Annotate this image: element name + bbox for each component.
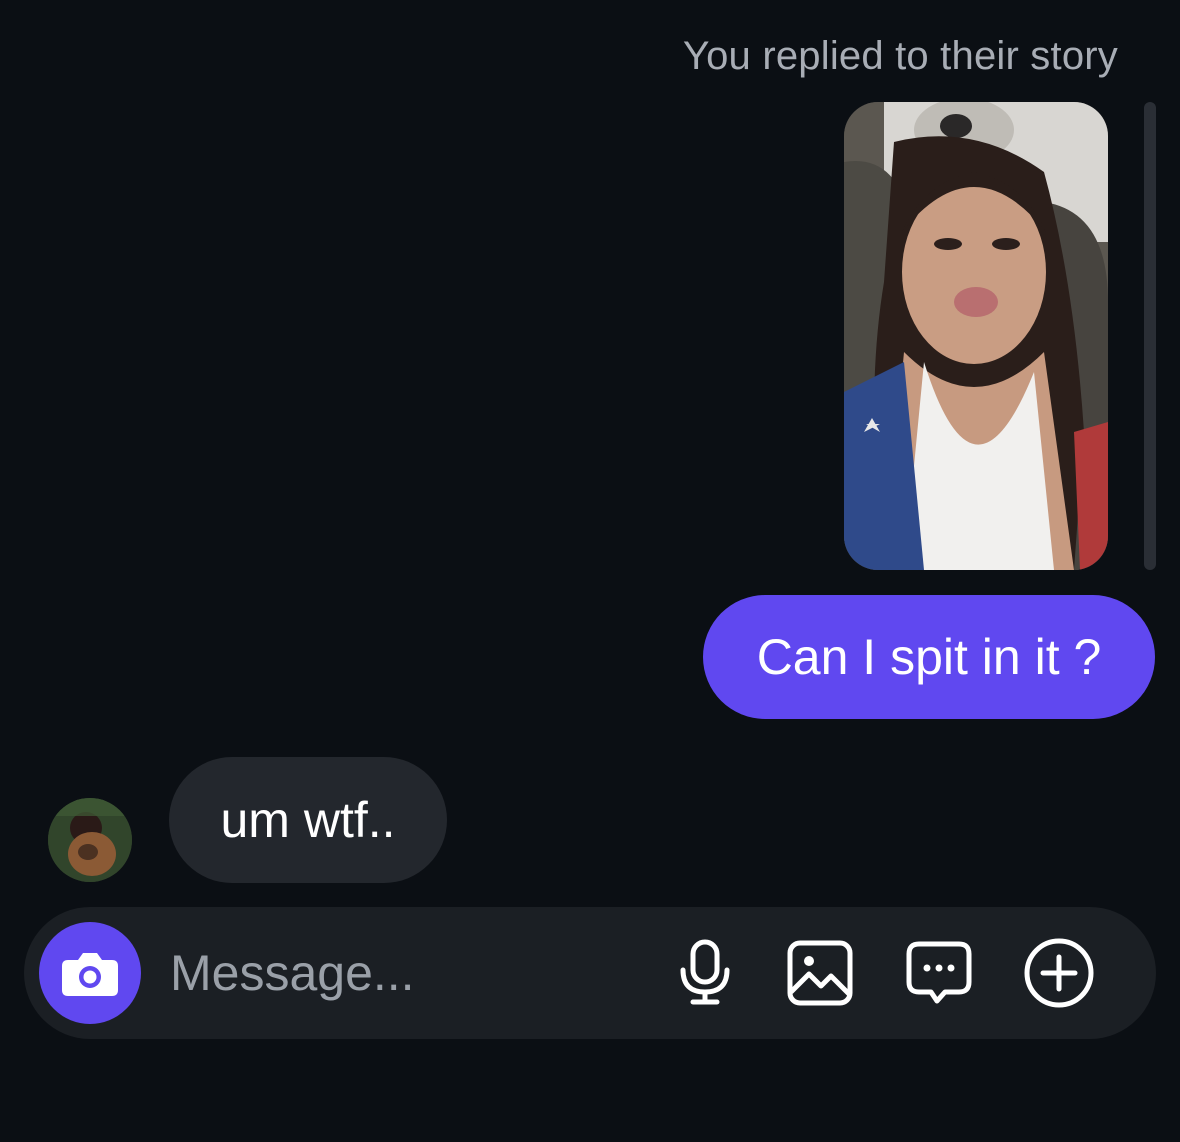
story-thumbnail[interactable]	[844, 102, 1108, 570]
message-composer	[24, 907, 1156, 1039]
outgoing-message-bubble[interactable]: Can I spit in it ?	[703, 595, 1155, 719]
scrollbar[interactable]	[1144, 102, 1156, 570]
message-input[interactable]	[170, 935, 630, 1011]
story-reply-label: You replied to their story	[682, 34, 1118, 78]
sticker-chat-icon	[906, 941, 972, 1004]
sticker-chat-button[interactable]	[901, 935, 977, 1011]
contact-avatar[interactable]	[48, 798, 132, 882]
camera-button[interactable]	[39, 922, 141, 1024]
camera-icon	[62, 953, 118, 996]
microphone-icon	[680, 939, 730, 1005]
microphone-button[interactable]	[667, 935, 743, 1011]
add-button[interactable]	[1021, 935, 1097, 1011]
gallery-button[interactable]	[782, 935, 858, 1011]
incoming-message-bubble[interactable]: um wtf..	[169, 757, 447, 883]
gallery-icon	[787, 940, 853, 1006]
plus-circle-icon	[1024, 938, 1094, 1008]
